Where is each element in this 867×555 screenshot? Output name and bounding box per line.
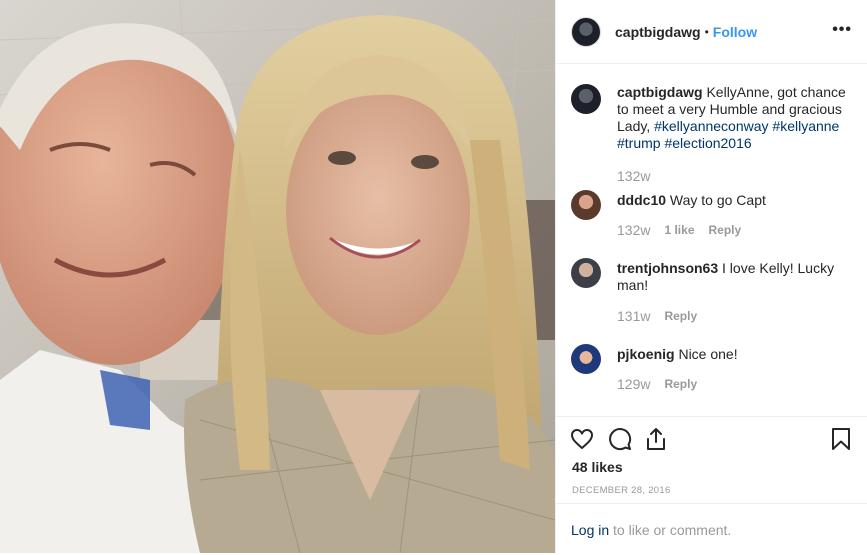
comment-username[interactable]: trentjohnson63 [617, 260, 718, 276]
instagram-post: captbigdawg • Follow ••• captbigdawg Kel… [0, 0, 867, 553]
action-icons [570, 427, 855, 453]
post-photo[interactable] [0, 0, 555, 553]
comment-item: pjkoenig Nice one! 129w Reply [571, 344, 856, 404]
comment-username[interactable]: pjkoenig [617, 346, 675, 362]
post-date[interactable]: DECEMBER 28, 2016 [572, 485, 671, 496]
caption-meta: 132w [617, 168, 650, 184]
hashtag[interactable]: #trump [617, 135, 661, 151]
comment-meta: 132w 1 like Reply [617, 222, 741, 238]
hashtag[interactable]: #election2016 [664, 135, 751, 151]
comment-item: dddc10 Way to go Capt 132w 1 like Reply [571, 190, 856, 250]
caption: captbigdawg KellyAnne, got chance to mee… [571, 84, 856, 204]
comments-list[interactable]: captbigdawg KellyAnne, got chance to mee… [556, 64, 867, 416]
reply-button[interactable]: Reply [664, 377, 697, 391]
author-username[interactable]: captbigdawg [615, 24, 701, 40]
commenter-avatar[interactable] [571, 258, 601, 288]
post-actions: 48 likes DECEMBER 28, 2016 Log in to lik… [556, 416, 867, 554]
follow-button[interactable]: Follow [713, 24, 757, 40]
share-icon[interactable] [644, 427, 668, 451]
reply-button[interactable]: Reply [664, 309, 697, 323]
post-side-panel: captbigdawg • Follow ••• captbigdawg Kel… [555, 0, 867, 553]
comment-time[interactable]: 132w [617, 222, 650, 238]
comment-item: trentjohnson63 I love Kelly! Lucky man! … [571, 258, 856, 328]
caption-username[interactable]: captbigdawg [617, 84, 703, 100]
hashtag[interactable]: #kellyanne [772, 118, 839, 134]
author-avatar[interactable] [571, 16, 601, 47]
commenter-avatar[interactable] [571, 190, 601, 220]
comment-meta: 129w Reply [617, 376, 697, 392]
comment-meta: 131w Reply [617, 308, 697, 324]
comment-body: pjkoenig Nice one! [617, 346, 857, 363]
commenter-avatar[interactable] [571, 344, 601, 374]
login-prompt: Log in to like or comment. [556, 503, 867, 555]
comment-time[interactable]: 129w [617, 376, 650, 392]
comment-time[interactable]: 131w [617, 308, 650, 324]
comment-icon[interactable] [608, 427, 632, 451]
comment-likes[interactable]: 1 like [664, 223, 694, 237]
comment-body: dddc10 Way to go Capt [617, 192, 857, 209]
login-link[interactable]: Log in [571, 522, 609, 538]
heart-icon[interactable] [570, 427, 594, 451]
caption-body: captbigdawg KellyAnne, got chance to mee… [617, 84, 857, 152]
comment-text: Way to go Capt [669, 192, 766, 208]
comment-text: Nice one! [678, 346, 738, 362]
hashtag[interactable]: #kellyanneconway [654, 118, 768, 134]
comment-body: trentjohnson63 I love Kelly! Lucky man! [617, 260, 857, 294]
comment-username[interactable]: dddc10 [617, 192, 666, 208]
reply-button[interactable]: Reply [709, 223, 742, 237]
likes-count[interactable]: 48 likes [572, 459, 623, 475]
header-separator: • [704, 24, 709, 39]
caption-avatar[interactable] [571, 84, 601, 114]
login-prompt-text: to like or comment. [613, 522, 732, 538]
caption-time[interactable]: 132w [617, 168, 650, 184]
selfie-illustration [0, 0, 555, 553]
bookmark-icon[interactable] [830, 427, 852, 451]
more-options-icon[interactable]: ••• [832, 21, 852, 39]
post-header: captbigdawg • Follow ••• [556, 0, 867, 64]
